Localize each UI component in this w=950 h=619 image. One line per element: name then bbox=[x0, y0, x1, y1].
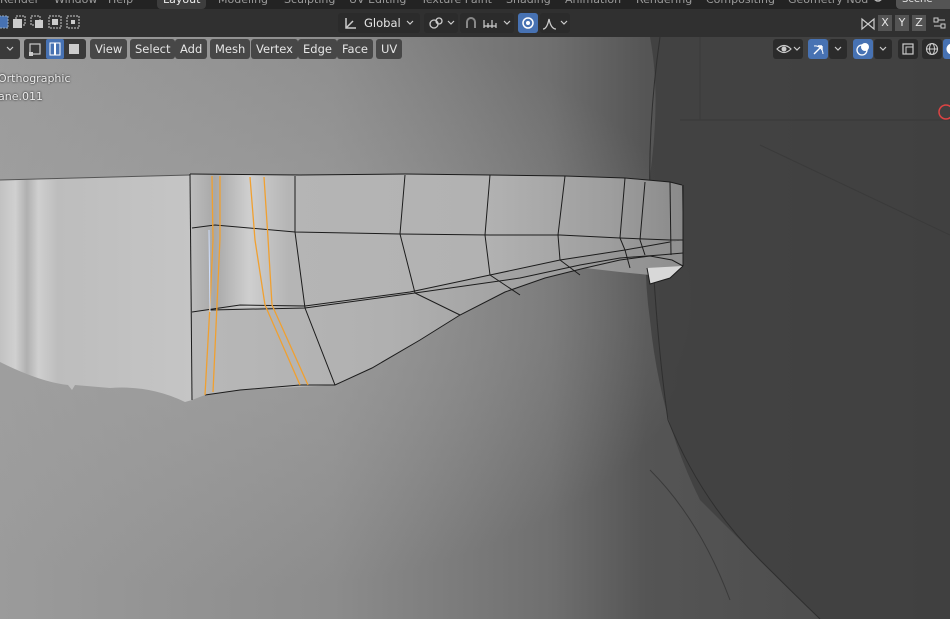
edge-select-icon[interactable] bbox=[46, 39, 64, 65]
orientation-icon bbox=[344, 16, 358, 36]
menu-render[interactable]: Render bbox=[0, 0, 39, 9]
viewport-header: View Select Add Mesh Vertex Edge Face UV bbox=[0, 37, 950, 61]
snapping-group[interactable] bbox=[460, 13, 514, 33]
chevron-down-icon bbox=[406, 13, 414, 39]
topbar: Render Window Help Layout Modeling Sculp… bbox=[0, 0, 950, 9]
magnet-icon[interactable] bbox=[464, 16, 478, 36]
tab-layout[interactable]: Layout bbox=[157, 0, 207, 9]
select-new-icon[interactable] bbox=[0, 15, 10, 32]
viewport-info: Orthographic ane.011 bbox=[0, 70, 71, 106]
menu-mesh[interactable]: Mesh bbox=[210, 39, 251, 59]
overlays-icon bbox=[856, 42, 870, 62]
proportional-falloff-dropdown[interactable] bbox=[540, 13, 570, 33]
overlays-toggle[interactable] bbox=[853, 39, 873, 59]
overlays-dropdown[interactable] bbox=[874, 39, 892, 59]
wireframe-sphere-icon bbox=[925, 42, 939, 62]
chevron-down-icon bbox=[834, 39, 842, 65]
tab-compositing[interactable]: Compositing bbox=[700, 0, 781, 9]
xray-icon bbox=[901, 42, 915, 62]
menu-uv[interactable]: UV bbox=[376, 39, 403, 59]
gizmo-dropdown[interactable] bbox=[829, 39, 847, 59]
select-intersect-icon[interactable] bbox=[66, 15, 80, 32]
eye-icon bbox=[776, 42, 792, 62]
tab-sculpting[interactable]: Sculpting bbox=[278, 0, 341, 9]
tab-uv-editing[interactable]: UV Editing bbox=[343, 0, 412, 9]
menu-help[interactable]: Help bbox=[108, 0, 133, 9]
pivot-icon bbox=[428, 16, 446, 36]
tab-texture-paint[interactable]: Texture Paint bbox=[415, 0, 498, 9]
xray-toggle[interactable] bbox=[898, 39, 918, 59]
menu-view[interactable]: View bbox=[90, 39, 128, 59]
falloff-curve-icon bbox=[542, 16, 558, 36]
gizmo-icon bbox=[811, 42, 825, 62]
solid-sphere-icon bbox=[945, 42, 950, 62]
vertex-select-icon[interactable] bbox=[28, 42, 42, 62]
object-name: ane.011 bbox=[0, 90, 43, 103]
transform-orientation-dropdown[interactable]: Global bbox=[338, 13, 420, 33]
scene-icon[interactable] bbox=[872, 0, 890, 9]
scene-selector[interactable]: Scene bbox=[896, 0, 950, 9]
tab-rendering[interactable]: Rendering bbox=[630, 0, 698, 9]
menu-select[interactable]: Select bbox=[130, 39, 176, 59]
snap-increment-icon[interactable] bbox=[482, 16, 498, 36]
mirror-y-toggle[interactable]: Y bbox=[895, 15, 909, 31]
options-icon[interactable] bbox=[932, 15, 948, 34]
tool-settings-header: Global bbox=[0, 9, 950, 37]
mirror-z-toggle[interactable]: Z bbox=[912, 15, 926, 31]
transform-orientation-label: Global bbox=[364, 16, 401, 30]
menu-window[interactable]: Window bbox=[54, 0, 97, 9]
gizmo-toggle[interactable] bbox=[808, 39, 828, 59]
menu-edge[interactable]: Edge bbox=[298, 39, 337, 59]
chevron-down-icon bbox=[447, 13, 455, 39]
editor-type-dropdown[interactable] bbox=[0, 39, 20, 59]
chevron-down-icon bbox=[560, 13, 568, 39]
wireframe-shading-button[interactable] bbox=[922, 39, 942, 59]
menu-face[interactable]: Face bbox=[337, 39, 374, 59]
tab-shading[interactable]: Shading bbox=[500, 0, 557, 9]
select-extend-icon[interactable] bbox=[12, 15, 26, 32]
chevron-down-icon bbox=[879, 39, 887, 65]
tab-modeling[interactable]: Modeling bbox=[212, 0, 274, 9]
tab-animation[interactable]: Animation bbox=[559, 0, 627, 9]
proportional-editing-toggle[interactable] bbox=[518, 13, 538, 33]
menu-add[interactable]: Add bbox=[175, 39, 208, 59]
chevron-down-icon bbox=[503, 13, 511, 39]
select-invert-icon[interactable] bbox=[48, 15, 62, 32]
3d-viewport[interactable] bbox=[0, 37, 950, 619]
chevron-down-icon bbox=[6, 39, 14, 65]
visibility-dropdown[interactable] bbox=[773, 39, 803, 59]
chevron-down-icon bbox=[793, 39, 801, 65]
select-mode-group bbox=[24, 39, 86, 59]
skirt-mesh bbox=[0, 175, 192, 402]
select-subtract-icon[interactable] bbox=[30, 15, 44, 32]
face-select-icon[interactable] bbox=[67, 42, 81, 62]
menu-vertex[interactable]: Vertex bbox=[251, 39, 298, 59]
proportional-icon bbox=[521, 16, 535, 36]
pivot-point-dropdown[interactable] bbox=[424, 13, 458, 33]
tab-geometry-nodes[interactable]: Geometry Nod bbox=[782, 0, 874, 9]
mirror-x-toggle[interactable]: X bbox=[878, 15, 892, 31]
view-name: Orthographic bbox=[0, 72, 71, 85]
solid-shading-button[interactable] bbox=[943, 39, 950, 59]
viewport-canvas[interactable] bbox=[0, 37, 950, 619]
butterfly-mirror-icon bbox=[860, 17, 876, 34]
